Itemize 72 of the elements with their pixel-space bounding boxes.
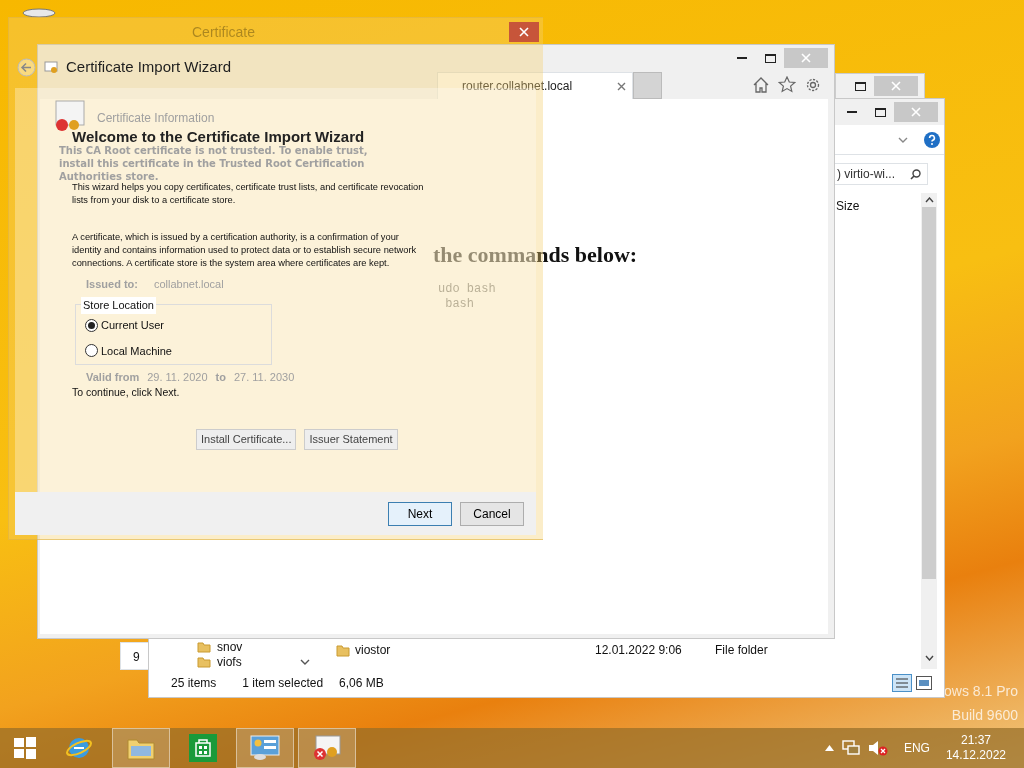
maximize-icon	[874, 107, 886, 117]
scrollbar[interactable]	[921, 193, 937, 669]
close-icon	[801, 53, 811, 63]
close-icon	[911, 107, 921, 117]
maximize-icon	[854, 81, 866, 91]
network-icon[interactable]	[841, 740, 860, 756]
desktop-watermark: Build 9600	[951, 706, 1018, 725]
close-icon	[519, 27, 529, 37]
maximize-icon	[764, 53, 776, 63]
close-button[interactable]	[509, 22, 539, 42]
search-icon	[910, 168, 921, 180]
section-title: Certificate Information	[97, 110, 215, 127]
dialog-button[interactable]: Issuer Statement	[304, 429, 398, 450]
taskbar-button[interactable]	[298, 728, 356, 768]
thumbnail-view-icon[interactable]	[916, 676, 932, 690]
file-date: 12.01.2022 9:06	[595, 642, 683, 659]
taskbar-button[interactable]	[236, 728, 294, 768]
status-text: 25 items	[171, 675, 217, 692]
dialog-button[interactable]: Install Certificate...	[196, 429, 297, 450]
chevron-down-icon[interactable]	[300, 658, 310, 665]
certificate-icon	[312, 735, 342, 761]
code-line: udo bash	[438, 282, 496, 298]
close-icon[interactable]	[617, 81, 626, 91]
minimize-icon	[847, 111, 857, 113]
recycle-bin-icon[interactable]	[22, 8, 56, 20]
field-value: collabnet.local	[153, 277, 224, 292]
search-text: ) virtio-wi...	[837, 166, 895, 183]
cancel-button[interactable]: Cancel	[460, 501, 524, 526]
scrollbar-thumb[interactable]	[922, 207, 936, 579]
window-text: 9	[133, 649, 141, 666]
desktop-watermark: ows 8.1 Pro	[944, 682, 1018, 701]
help-icon[interactable]	[924, 131, 940, 148]
chevron-up-icon[interactable]	[924, 197, 934, 203]
field-label: Issued to:	[86, 277, 138, 292]
paragraph: A certificate, which is issued by a certification authority, is a confirmation of your identity and contains information used to protect data or to establish secure network connections. A certificate store is the system area where certificates are kept.	[72, 231, 418, 270]
muted-speaker-icon[interactable]	[867, 740, 888, 756]
control-panel-icon	[250, 735, 280, 761]
status-text: 1 item selected	[242, 675, 324, 692]
field-value: 29. 11. 2020	[147, 370, 208, 385]
hint-text: To continue, click Next.	[72, 385, 181, 400]
globe-icon	[66, 735, 92, 761]
paragraph: This wizard helps you copy certificates, certificate trust lists, and certificate revocation lists from your disk to a certificate store.	[72, 181, 425, 207]
radio-label[interactable]: Current User	[101, 317, 164, 334]
column-header[interactable]: Size	[836, 199, 860, 213]
minimize-icon	[737, 57, 747, 59]
field-value: 27. 11. 2030	[233, 370, 295, 385]
file-type: File folder	[715, 642, 768, 659]
browser-tab[interactable]: router.collabnet.local	[437, 72, 633, 99]
code-line: bash	[444, 297, 474, 313]
wizard-title: Certificate Import Wizard	[66, 56, 232, 77]
field-label: to	[215, 370, 226, 385]
window-title: Certificate	[192, 22, 256, 42]
radio-label[interactable]: Local Machine	[101, 342, 172, 359]
search-field[interactable]: ) virtio-wi...	[834, 163, 928, 185]
star-icon[interactable]	[778, 76, 796, 93]
page-heading: the commands below:	[433, 242, 639, 269]
close-icon	[891, 81, 901, 91]
folder-icon	[336, 643, 350, 657]
certificate-icon	[44, 60, 58, 74]
field-label: Valid from	[86, 370, 140, 385]
folder-icon	[127, 736, 155, 760]
next-button[interactable]: Next	[388, 501, 452, 526]
home-icon[interactable]	[752, 76, 770, 93]
group-label: Store Location	[81, 297, 156, 314]
warning-text: This CA Root certificate is not trusted. To enable trust, install this certificate in the Trusted Root Certification Authorities store.	[59, 145, 369, 183]
chevron-down-icon[interactable]	[924, 655, 934, 661]
status-text: 6,06 MB	[339, 675, 384, 692]
search-text: router.collabnet.local	[462, 78, 573, 95]
wizard-heading: Welcome to the Certificate Import Wizard	[72, 128, 365, 146]
shopping-bag-icon	[189, 734, 217, 762]
windows-logo-icon	[14, 737, 36, 759]
file-name: viostor	[355, 642, 392, 659]
